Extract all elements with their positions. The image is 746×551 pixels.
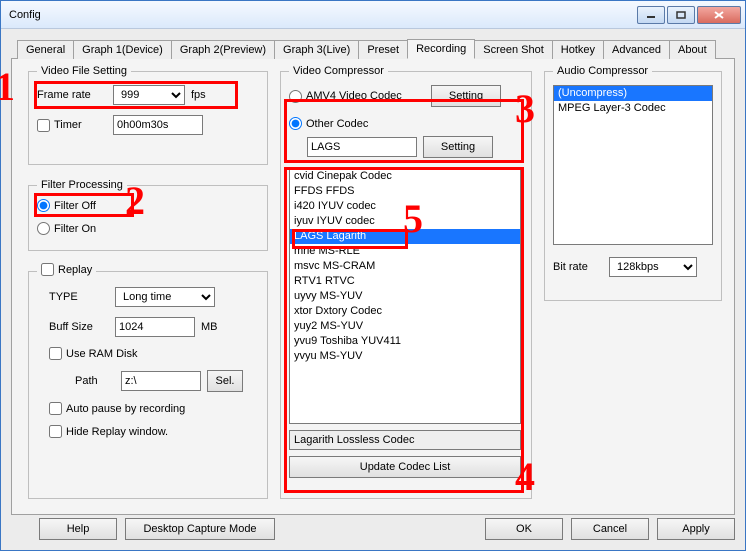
- video-codec-item[interactable]: mrle MS-RLE: [290, 244, 520, 259]
- amv4-radio[interactable]: AMV4 Video Codec: [289, 90, 425, 103]
- filter-off-label: Filter Off: [54, 200, 96, 212]
- tab-hotkey[interactable]: Hotkey: [552, 40, 604, 59]
- window-title: Config: [9, 9, 637, 21]
- bitrate-label: Bit rate: [553, 261, 603, 273]
- video-codec-item[interactable]: cvid Cinepak Codec: [290, 169, 520, 184]
- replay-path-label: Path: [75, 375, 115, 387]
- video-codec-item[interactable]: RTV1 RTVC: [290, 274, 520, 289]
- replay-type-label: TYPE: [49, 291, 109, 303]
- video-file-setting-legend: Video File Setting: [37, 65, 131, 77]
- audio-codec-listbox[interactable]: (Uncompress)MPEG Layer-3 Codec: [553, 85, 713, 245]
- minimize-button[interactable]: [637, 6, 665, 24]
- amv4-setting-button[interactable]: Setting: [431, 85, 501, 107]
- ramdisk-checkbox[interactable]: [49, 347, 62, 360]
- tab-general[interactable]: General: [17, 40, 74, 59]
- recording-panel: Video File Setting Frame rate 999 fps Ti…: [11, 59, 735, 515]
- video-codec-listbox[interactable]: cvid Cinepak CodecFFDS FFDSi420 IYUV cod…: [289, 168, 521, 424]
- maximize-button[interactable]: [667, 6, 695, 24]
- hidewin-label: Hide Replay window.: [66, 426, 168, 438]
- filter-processing-legend: Filter Processing: [37, 179, 127, 191]
- ramdisk-label: Use RAM Disk: [66, 348, 138, 360]
- selected-codec-name: Lagarith Lossless Codec: [289, 430, 521, 450]
- tabstrip: GeneralGraph 1(Device)Graph 2(Preview)Gr…: [11, 37, 735, 59]
- replay-label: Replay: [58, 264, 92, 276]
- replay-path-input[interactable]: [121, 371, 201, 391]
- audio-codec-item[interactable]: MPEG Layer-3 Codec: [554, 101, 712, 116]
- bottom-bar: Help Desktop Capture Mode OK Cancel Appl…: [11, 514, 735, 544]
- timer-label: Timer: [54, 119, 82, 131]
- audio-compressor-legend: Audio Compressor: [553, 65, 652, 77]
- tab-screen-shot[interactable]: Screen Shot: [474, 40, 553, 59]
- hidewin-checkbox[interactable]: [49, 425, 62, 438]
- tab-graph-3-live-[interactable]: Graph 3(Live): [274, 40, 359, 59]
- replay-type-select[interactable]: Long time: [115, 287, 215, 307]
- filter-on-radio[interactable]: Filter On: [37, 222, 96, 235]
- filter-processing-group: Filter Processing Filter Off Filter On: [28, 179, 268, 251]
- video-codec-item[interactable]: yuy2 MS-YUV: [290, 319, 520, 334]
- amv4-input[interactable]: [289, 90, 302, 103]
- replay-legend: Replay: [37, 263, 96, 279]
- config-window: Config GeneralGraph 1(Device)Graph 2(Pre…: [0, 0, 746, 551]
- frame-rate-select[interactable]: 999: [113, 85, 185, 105]
- tab-advanced[interactable]: Advanced: [603, 40, 670, 59]
- path-select-button[interactable]: Sel.: [207, 370, 243, 392]
- video-codec-item[interactable]: uyvy MS-YUV: [290, 289, 520, 304]
- frame-rate-label: Frame rate: [37, 89, 107, 101]
- other-codec-label: Other Codec: [306, 118, 368, 130]
- tab-preset[interactable]: Preset: [358, 40, 408, 59]
- autopause-checkbox[interactable]: [49, 402, 62, 415]
- tab-graph-2-preview-[interactable]: Graph 2(Preview): [171, 40, 275, 59]
- filter-off-radio[interactable]: Filter Off: [37, 199, 96, 212]
- ramdisk-check[interactable]: Use RAM Disk: [49, 347, 138, 360]
- video-file-setting-group: Video File Setting Frame rate 999 fps Ti…: [28, 65, 268, 165]
- audio-codec-item[interactable]: (Uncompress): [554, 86, 712, 101]
- ok-button[interactable]: OK: [485, 518, 563, 540]
- replay-buff-label: Buff Size: [49, 321, 109, 333]
- video-codec-item[interactable]: msvc MS-CRAM: [290, 259, 520, 274]
- audio-compressor-group: Audio Compressor (Uncompress)MPEG Layer-…: [544, 65, 722, 301]
- close-button[interactable]: [697, 6, 741, 24]
- bitrate-select[interactable]: 128kbps: [609, 257, 697, 277]
- cancel-button[interactable]: Cancel: [571, 518, 649, 540]
- other-codec-input[interactable]: [289, 117, 302, 130]
- frame-rate-unit: fps: [191, 89, 206, 101]
- replay-buff-input[interactable]: [115, 317, 195, 337]
- other-codec-radio[interactable]: Other Codec: [289, 117, 368, 130]
- timer-check[interactable]: Timer: [37, 119, 107, 132]
- replay-checkbox[interactable]: [41, 263, 54, 276]
- tab-graph-1-device-[interactable]: Graph 1(Device): [73, 40, 172, 59]
- timer-checkbox[interactable]: [37, 119, 50, 132]
- video-codec-item[interactable]: FFDS FFDS: [290, 184, 520, 199]
- video-codec-item[interactable]: iyuv IYUV codec: [290, 214, 520, 229]
- video-compressor-legend: Video Compressor: [289, 65, 388, 77]
- filter-on-input[interactable]: [37, 222, 50, 235]
- other-codec-value[interactable]: [307, 137, 417, 157]
- filter-off-input[interactable]: [37, 199, 50, 212]
- replay-buff-unit: MB: [201, 321, 218, 333]
- tab-recording[interactable]: Recording: [407, 39, 475, 59]
- help-button[interactable]: Help: [39, 518, 117, 540]
- apply-button[interactable]: Apply: [657, 518, 735, 540]
- hidewin-check[interactable]: Hide Replay window.: [49, 425, 168, 438]
- replay-check[interactable]: Replay: [41, 263, 92, 276]
- autopause-check[interactable]: Auto pause by recording: [49, 402, 185, 415]
- update-codec-button[interactable]: Update Codec List: [289, 456, 521, 478]
- tab-about[interactable]: About: [669, 40, 716, 59]
- client-area: GeneralGraph 1(Device)Graph 2(Preview)Gr…: [1, 29, 745, 550]
- timer-input[interactable]: [113, 115, 203, 135]
- video-codec-item[interactable]: yvu9 Toshiba YUV411: [290, 334, 520, 349]
- video-codec-item[interactable]: xtor Dxtory Codec: [290, 304, 520, 319]
- video-codec-item[interactable]: yvyu MS-YUV: [290, 349, 520, 364]
- replay-group: Replay TYPE Long time Buff Size MB Use R…: [28, 263, 268, 499]
- video-codec-item[interactable]: LAGS Lagarith: [290, 229, 520, 244]
- other-setting-button[interactable]: Setting: [423, 136, 493, 158]
- amv4-label: AMV4 Video Codec: [306, 90, 402, 102]
- filter-on-label: Filter On: [54, 223, 96, 235]
- titlebar: Config: [1, 1, 745, 29]
- window-buttons: [637, 6, 741, 24]
- video-compressor-group: Video Compressor AMV4 Video Codec Settin…: [280, 65, 532, 499]
- desktop-capture-button[interactable]: Desktop Capture Mode: [125, 518, 275, 540]
- autopause-label: Auto pause by recording: [66, 403, 185, 415]
- video-codec-item[interactable]: i420 IYUV codec: [290, 199, 520, 214]
